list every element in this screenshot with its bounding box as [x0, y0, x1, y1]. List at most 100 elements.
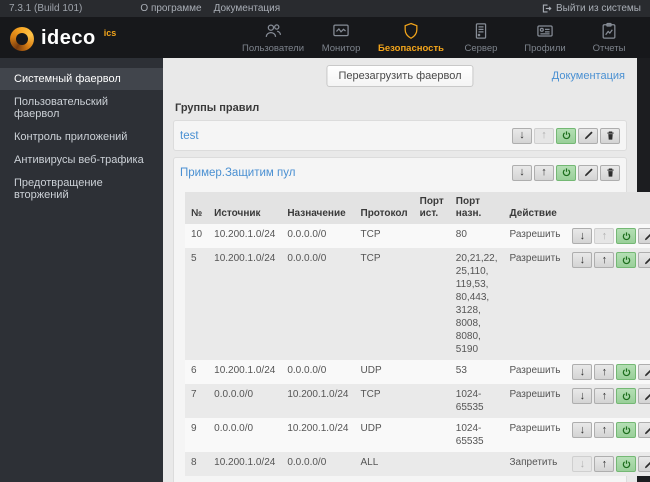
move-down-button[interactable]: ↓ [572, 422, 593, 438]
table-row: 6 10.200.1.0/24 0.0.0.0/0 UDP 53 Разреши… [185, 360, 650, 384]
arrow-up-icon: ↑ [601, 229, 608, 242]
cell-destination: 0.0.0.0/0 [281, 248, 355, 360]
cell-dst-port [449, 452, 504, 476]
toggle-enabled-button[interactable] [616, 388, 637, 404]
edit-button[interactable] [638, 228, 650, 244]
move-up-button[interactable]: ↑ [534, 164, 554, 181]
nav-item-reports[interactable]: Отчеты [582, 21, 636, 54]
power-icon [622, 367, 631, 376]
col-header-destination: Назначение [281, 192, 355, 224]
toggle-enabled-button[interactable] [616, 252, 637, 268]
group-title-link[interactable]: test [180, 130, 199, 142]
sidebar: Системный фаервол Пользовательский фаерв… [0, 58, 163, 482]
nav-item-users[interactable]: Пользователи [242, 21, 304, 54]
pencil-icon [644, 257, 650, 264]
cell-destination: 10.200.1.0/24 [281, 418, 355, 452]
col-header-action: Действие [503, 192, 567, 224]
cell-src-port [413, 418, 450, 452]
move-up-button[interactable]: ↑ [594, 228, 615, 244]
cell-num: 5 [185, 248, 209, 360]
move-up-button[interactable]: ↑ [594, 364, 615, 380]
move-down-button[interactable]: ↓ [572, 252, 593, 268]
arrow-up-icon: ↑ [541, 166, 547, 178]
documentation-link[interactable]: Документация [552, 70, 625, 82]
pencil-icon [584, 131, 593, 140]
move-up-button[interactable]: ↑ [594, 422, 615, 438]
cell-action: Разрешить [503, 224, 567, 248]
move-down-button[interactable]: ↓ [572, 228, 593, 244]
arrow-down-icon: ↓ [579, 389, 586, 402]
reports-icon [602, 22, 616, 39]
power-icon [622, 391, 631, 400]
edit-button[interactable] [638, 422, 650, 438]
table-row: 8 10.200.1.0/24 0.0.0.0/0 ALL Запретить … [185, 452, 650, 476]
utility-bar: 7.3.1 (Build 101) О программе Документац… [0, 0, 650, 17]
toggle-enabled-button[interactable] [556, 164, 576, 181]
cell-destination: 0.0.0.0/0 [281, 360, 355, 384]
nav-item-security[interactable]: Безопасность [378, 21, 444, 54]
arrow-up-icon: ↑ [601, 389, 608, 402]
group-title-link[interactable]: Пример.Защитим пул [180, 167, 295, 179]
cell-action: Разрешить [503, 418, 567, 452]
sidebar-item-web-antivirus[interactable]: Антивирусы веб-трафика [0, 149, 163, 171]
menu-documentation[interactable]: Документация [214, 3, 281, 14]
toolbar: Перезагрузить фаервол Документация [171, 65, 629, 93]
logout-button[interactable]: Выйти из системы [541, 3, 641, 14]
move-down-button[interactable]: ↓ [512, 164, 532, 181]
delete-button[interactable] [600, 127, 620, 144]
edit-button[interactable] [578, 127, 598, 144]
cell-action: Разрешить [503, 360, 567, 384]
move-up-button[interactable]: ↑ [594, 456, 615, 472]
move-down-button[interactable]: ↓ [572, 388, 593, 404]
version-label: 7.3.1 (Build 101) [9, 3, 83, 14]
arrow-up-icon: ↑ [601, 457, 608, 470]
monitor-icon [333, 24, 349, 37]
cell-source: 10.200.1.0/24 [208, 452, 282, 476]
sidebar-item-system-firewall[interactable]: Системный фаервол [0, 68, 163, 90]
nav-label: Профили [524, 43, 566, 54]
move-up-button[interactable]: ↑ [534, 127, 554, 144]
sidebar-item-intrusion-prevention[interactable]: Предотвращение вторжений [0, 172, 163, 206]
cell-source: 10.200.1.0/24 [208, 360, 282, 384]
cell-protocol: TCP [354, 248, 414, 360]
content: Перезагрузить фаервол Документация Групп… [163, 58, 650, 482]
move-down-button[interactable]: ↓ [512, 127, 532, 144]
move-up-button[interactable]: ↑ [594, 252, 615, 268]
rule-actions: ↓ ↑ [572, 456, 650, 472]
cell-destination: 10.200.1.0/24 [281, 384, 355, 418]
move-down-button[interactable]: ↓ [572, 364, 593, 380]
edit-button[interactable] [638, 456, 650, 472]
move-up-button[interactable]: ↑ [594, 388, 615, 404]
nav-label: Монитор [321, 43, 361, 54]
shell: Системный фаервол Пользовательский фаерв… [0, 58, 650, 482]
pencil-icon [644, 233, 650, 240]
arrow-up-icon: ↑ [601, 253, 608, 266]
delete-button[interactable] [600, 164, 620, 181]
nav-item-server[interactable]: Сервер [454, 21, 508, 54]
move-down-button[interactable]: ↓ [572, 456, 593, 472]
edit-button[interactable] [578, 164, 598, 181]
cell-src-port [413, 452, 450, 476]
edit-button[interactable] [638, 364, 650, 380]
pencil-icon [644, 461, 650, 468]
groups-heading: Группы правил [175, 102, 260, 114]
nav-item-profiles[interactable]: Профили [518, 21, 572, 54]
pencil-icon [644, 427, 650, 434]
nav-item-monitor[interactable]: Монитор [314, 21, 368, 54]
cell-source: 0.0.0.0/0 [208, 418, 282, 452]
sidebar-item-user-firewall[interactable]: Пользовательский фаервол [0, 91, 163, 125]
trash-icon [606, 131, 614, 140]
col-header-source: Источник [208, 192, 282, 224]
toggle-enabled-button[interactable] [616, 456, 637, 472]
menu-about[interactable]: О программе [140, 3, 201, 14]
cell-num: 6 [185, 360, 209, 384]
edit-button[interactable] [638, 388, 650, 404]
edit-button[interactable] [638, 252, 650, 268]
sidebar-item-app-control[interactable]: Контроль приложений [0, 126, 163, 148]
logo-brand: ideco [41, 26, 96, 49]
toggle-enabled-button[interactable] [616, 228, 637, 244]
toggle-enabled-button[interactable] [616, 422, 637, 438]
toggle-enabled-button[interactable] [616, 364, 637, 380]
reload-firewall-button[interactable]: Перезагрузить фаервол [326, 65, 474, 87]
toggle-enabled-button[interactable] [556, 127, 576, 144]
